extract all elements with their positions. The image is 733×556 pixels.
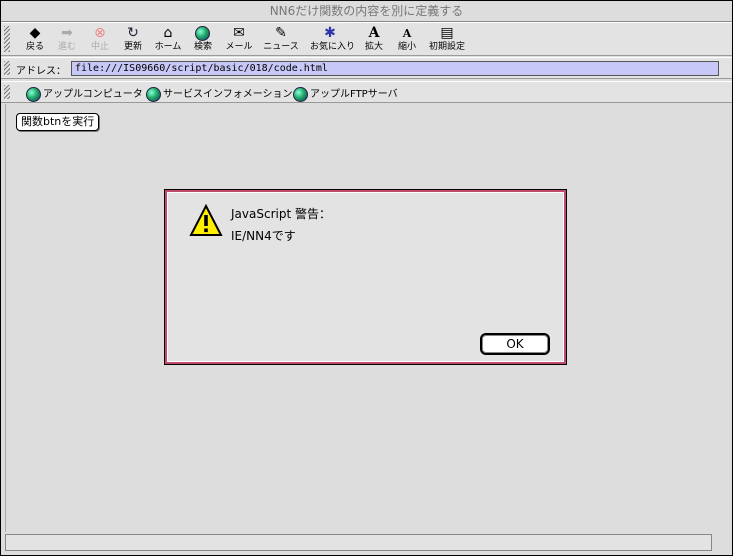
link-apple-computer[interactable]: アップルコンピュータ (26, 85, 143, 102)
zoom-out-button[interactable]: A 縮小 (387, 25, 427, 55)
zoom-out-icon: A (402, 27, 412, 40)
favorites-icon: ✱ (324, 25, 336, 41)
toolbar: ◆ 戻る ➡ 進む ⊗ 中止 ↻ 更新 ⌂ ホーム 検索 ✉ メール ✎ ニュー… (1, 22, 732, 56)
warning-icon (189, 204, 223, 236)
alert-dialog: JavaScript 警告： IE/NN4です OK (164, 189, 567, 365)
address-field[interactable]: file:///IS09660/script/basic/018/code.ht… (71, 61, 719, 76)
home-button[interactable]: ⌂ ホーム (148, 25, 188, 55)
link-service-information[interactable]: サービスインフォメーション (146, 85, 293, 102)
title-bar[interactable]: NN6だけ関数の内容を別に定義する (1, 1, 732, 22)
search-button[interactable]: 検索 (183, 25, 223, 55)
globe-icon (146, 86, 161, 102)
links-grip[interactable] (4, 85, 10, 99)
status-bar (5, 534, 712, 551)
address-grip[interactable] (4, 61, 10, 75)
run-function-button[interactable]: 関数btnを実行 (16, 113, 100, 131)
address-label: アドレス： (16, 66, 66, 77)
globe-icon (26, 86, 41, 102)
address-bar: アドレス： file:///IS09660/script/basic/018/c… (1, 57, 732, 79)
mail-icon: ✉ (233, 25, 245, 41)
search-icon (183, 25, 223, 42)
news-button[interactable]: ✎ ニュース (261, 25, 301, 55)
globe-icon (293, 86, 308, 102)
toolbar-grip[interactable] (4, 26, 10, 52)
dialog-title: JavaScript 警告： (231, 207, 331, 221)
home-icon: ⌂ (163, 25, 173, 41)
news-icon: ✎ (275, 25, 287, 41)
preferences-button[interactable]: ▤ 初期設定 (427, 25, 467, 55)
link-apple-ftp-server[interactable]: アップルFTPサーバ (293, 85, 398, 102)
reload-button[interactable]: ↻ 更新 (113, 25, 153, 55)
preferences-icon: ▤ (440, 25, 454, 41)
favorites-button[interactable]: ✱ お気に入り (310, 25, 355, 55)
ok-button[interactable]: OK (480, 333, 550, 355)
mail-button[interactable]: ✉ メール (219, 25, 259, 55)
links-bar: アップルコンピュータ サービスインフォメーション アップルFTPサーバ (1, 81, 732, 103)
window-title: NN6だけ関数の内容を別に定義する (269, 4, 464, 18)
dialog-message: IE/NN4です (231, 229, 296, 243)
reload-icon: ↻ (127, 25, 139, 41)
